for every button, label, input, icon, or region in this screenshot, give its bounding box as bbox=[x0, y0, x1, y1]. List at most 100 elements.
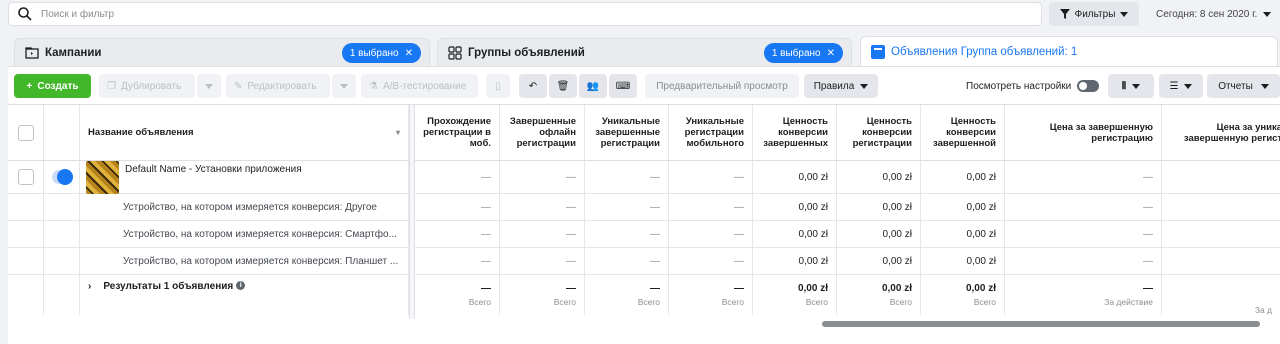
close-icon[interactable]: ✕ bbox=[405, 48, 413, 59]
metric-cell: — bbox=[1005, 221, 1162, 247]
breakdown-button[interactable]: ☰ bbox=[1159, 74, 1203, 98]
ad-toggle[interactable] bbox=[52, 169, 73, 185]
chevron-down-icon bbox=[340, 83, 348, 89]
toolbar: + Создать ❐ Дублировать ✎ Редактировать ⚗ A/… bbox=[8, 66, 1280, 104]
total-sub: Всего bbox=[805, 297, 828, 307]
total-cell: — Всего bbox=[585, 275, 669, 315]
search-input[interactable]: Поиск и фильтр bbox=[8, 2, 1042, 26]
duplicate-dropdown[interactable] bbox=[197, 74, 221, 98]
rules-label: Правила bbox=[813, 80, 855, 92]
metric-cell: 0,00 zł bbox=[837, 221, 921, 247]
horizontal-scrollbar[interactable] bbox=[822, 321, 1260, 327]
header-col-4[interactable]: Уникальные регистрации мобильного bbox=[669, 105, 753, 161]
chevron-down-icon bbox=[205, 83, 213, 89]
date-range-button[interactable]: Сегодня: 8 сен 2020 г. bbox=[1150, 2, 1278, 26]
total-value: — bbox=[734, 283, 744, 294]
header-col-1[interactable]: Прохождение регистрации в моб. bbox=[415, 105, 500, 161]
header-col-6[interactable]: Ценность конверсии регистрации bbox=[837, 105, 921, 161]
flask-icon: ⚗ bbox=[369, 80, 378, 92]
delete-disabled-button[interactable]: ▯ bbox=[486, 74, 510, 98]
comment-icon: ⌨ bbox=[615, 80, 631, 92]
total-value: — bbox=[481, 283, 491, 294]
ad-icon bbox=[871, 44, 885, 59]
row-empty bbox=[8, 275, 44, 315]
metric-cell: — bbox=[415, 161, 500, 193]
reports-button[interactable]: Отчеты bbox=[1207, 74, 1280, 98]
toggle-switch[interactable] bbox=[1077, 80, 1100, 92]
undo-icon: ↶ bbox=[528, 80, 538, 92]
duplicate-label: Дублировать bbox=[120, 80, 182, 92]
total-cell: За д bbox=[1162, 275, 1280, 315]
audience-button[interactable]: 👥 bbox=[579, 74, 607, 98]
comment-button[interactable]: ⌨ bbox=[609, 74, 637, 98]
header-col-9[interactable]: Цена за уникальную завершенную регистрац… bbox=[1162, 105, 1280, 161]
sort-icon[interactable]: ▾ bbox=[396, 127, 400, 138]
row-toggle-cell[interactable] bbox=[44, 161, 80, 193]
header-col-8[interactable]: Цена за завершенную регистрацию bbox=[1005, 105, 1162, 161]
chevron-down-icon bbox=[1132, 83, 1141, 89]
header-col-2[interactable]: Завершенные офлайн регистрации bbox=[500, 105, 585, 161]
metric-cell: — bbox=[669, 221, 753, 247]
close-icon[interactable]: ✕ bbox=[827, 48, 835, 59]
metric-cell: 0,00 zł bbox=[837, 248, 921, 274]
row-select[interactable] bbox=[8, 161, 44, 193]
selected-pill-campaigns[interactable]: 1 выбрано ✕ bbox=[341, 43, 421, 63]
table-row: Устройство, на котором измеряется конвер… bbox=[8, 221, 1280, 248]
row-empty bbox=[44, 221, 80, 247]
table-row[interactable]: Default Name - Установки приложения — — … bbox=[8, 161, 1280, 194]
chevron-right-icon[interactable]: › bbox=[88, 281, 91, 292]
total-value: 0,00 zł bbox=[797, 283, 828, 294]
header-col-5[interactable]: Ценность конверсии завершенных bbox=[753, 105, 837, 161]
duplicate-button[interactable]: ❐ Дублировать bbox=[99, 74, 195, 98]
selected-pill-adsets[interactable]: 1 выбрано ✕ bbox=[763, 43, 843, 63]
tab-campaigns[interactable]: Кампании 1 выбрано ✕ bbox=[14, 38, 430, 66]
header-ad-name[interactable]: Название объявления ▾ bbox=[80, 105, 409, 161]
metric-cell: 0,00 zł bbox=[837, 194, 921, 220]
breakdown-name: Устройство, на котором измеряется конвер… bbox=[80, 221, 409, 247]
metric-cell: — bbox=[415, 221, 500, 247]
breakdown-icon: ☰ bbox=[1169, 80, 1179, 92]
ab-test-button[interactable]: ⚗ A/B-тестирование bbox=[361, 74, 478, 98]
totals-row: › Результаты 1 объявления i — Всего — Всего … bbox=[8, 275, 1280, 315]
total-sub: Всего bbox=[637, 297, 660, 307]
column-header-label: Ценность конверсии завершенной bbox=[932, 116, 996, 149]
rules-button[interactable]: Правила bbox=[804, 74, 878, 98]
metric-cell: — bbox=[585, 194, 669, 220]
undo-button[interactable]: ↶ bbox=[519, 74, 547, 98]
column-header-label: Завершенные офлайн регистрации bbox=[509, 116, 576, 149]
tab-ads[interactable]: Объявления Группа объявлений: 1 bbox=[860, 36, 1278, 66]
metric-cell: — bbox=[500, 221, 585, 247]
header-col-3[interactable]: Уникальные завершенные регистрации bbox=[585, 105, 669, 161]
total-cell: — Всего bbox=[415, 275, 500, 315]
metric-cell: — bbox=[669, 248, 753, 274]
ad-name-cell[interactable]: Default Name - Установки приложения bbox=[80, 161, 409, 194]
tab-adsets[interactable]: Группы объявлений 1 выбрано ✕ bbox=[437, 38, 852, 66]
metric-cell: — bbox=[415, 194, 500, 220]
header-col-7[interactable]: Ценность конверсии завершенной bbox=[921, 105, 1005, 161]
metric-cell: 0,00 zł bbox=[921, 194, 1005, 220]
total-sub: Всего bbox=[721, 297, 744, 307]
metric-cell: 0,00 zł bbox=[753, 161, 837, 193]
edit-dropdown[interactable] bbox=[332, 74, 356, 98]
table-row: Устройство, на котором измеряется конвер… bbox=[8, 248, 1280, 275]
columns-button[interactable]: ⦀ bbox=[1108, 74, 1154, 98]
frozen-column-divider[interactable] bbox=[409, 105, 415, 319]
filters-button[interactable]: Фильтры bbox=[1049, 2, 1139, 26]
view-settings-toggle[interactable]: Посмотреть настройки bbox=[966, 74, 1106, 98]
totals-label-cell[interactable]: › Результаты 1 объявления i bbox=[80, 275, 409, 315]
ad-name[interactable]: Default Name - Установки приложения bbox=[125, 164, 302, 175]
total-sub: За действие bbox=[1104, 297, 1153, 307]
edit-button[interactable]: ✎ Редактировать bbox=[226, 74, 330, 98]
delete-button[interactable]: 🗑 bbox=[549, 74, 577, 98]
header-select-all[interactable] bbox=[8, 105, 44, 161]
preview-button[interactable]: Предварительный просмотр bbox=[645, 74, 799, 98]
info-icon[interactable]: i bbox=[236, 281, 246, 290]
metric-cell: 0,00 zł bbox=[921, 161, 1005, 193]
select-all-checkbox[interactable] bbox=[17, 124, 34, 141]
preview-label: Предварительный просмотр bbox=[656, 80, 788, 92]
total-sub: Всего bbox=[973, 297, 996, 307]
create-button[interactable]: + Создать bbox=[14, 74, 91, 98]
row-checkbox[interactable] bbox=[17, 169, 34, 185]
total-cell: — Всего bbox=[500, 275, 585, 315]
metric-cell: — bbox=[669, 194, 753, 220]
